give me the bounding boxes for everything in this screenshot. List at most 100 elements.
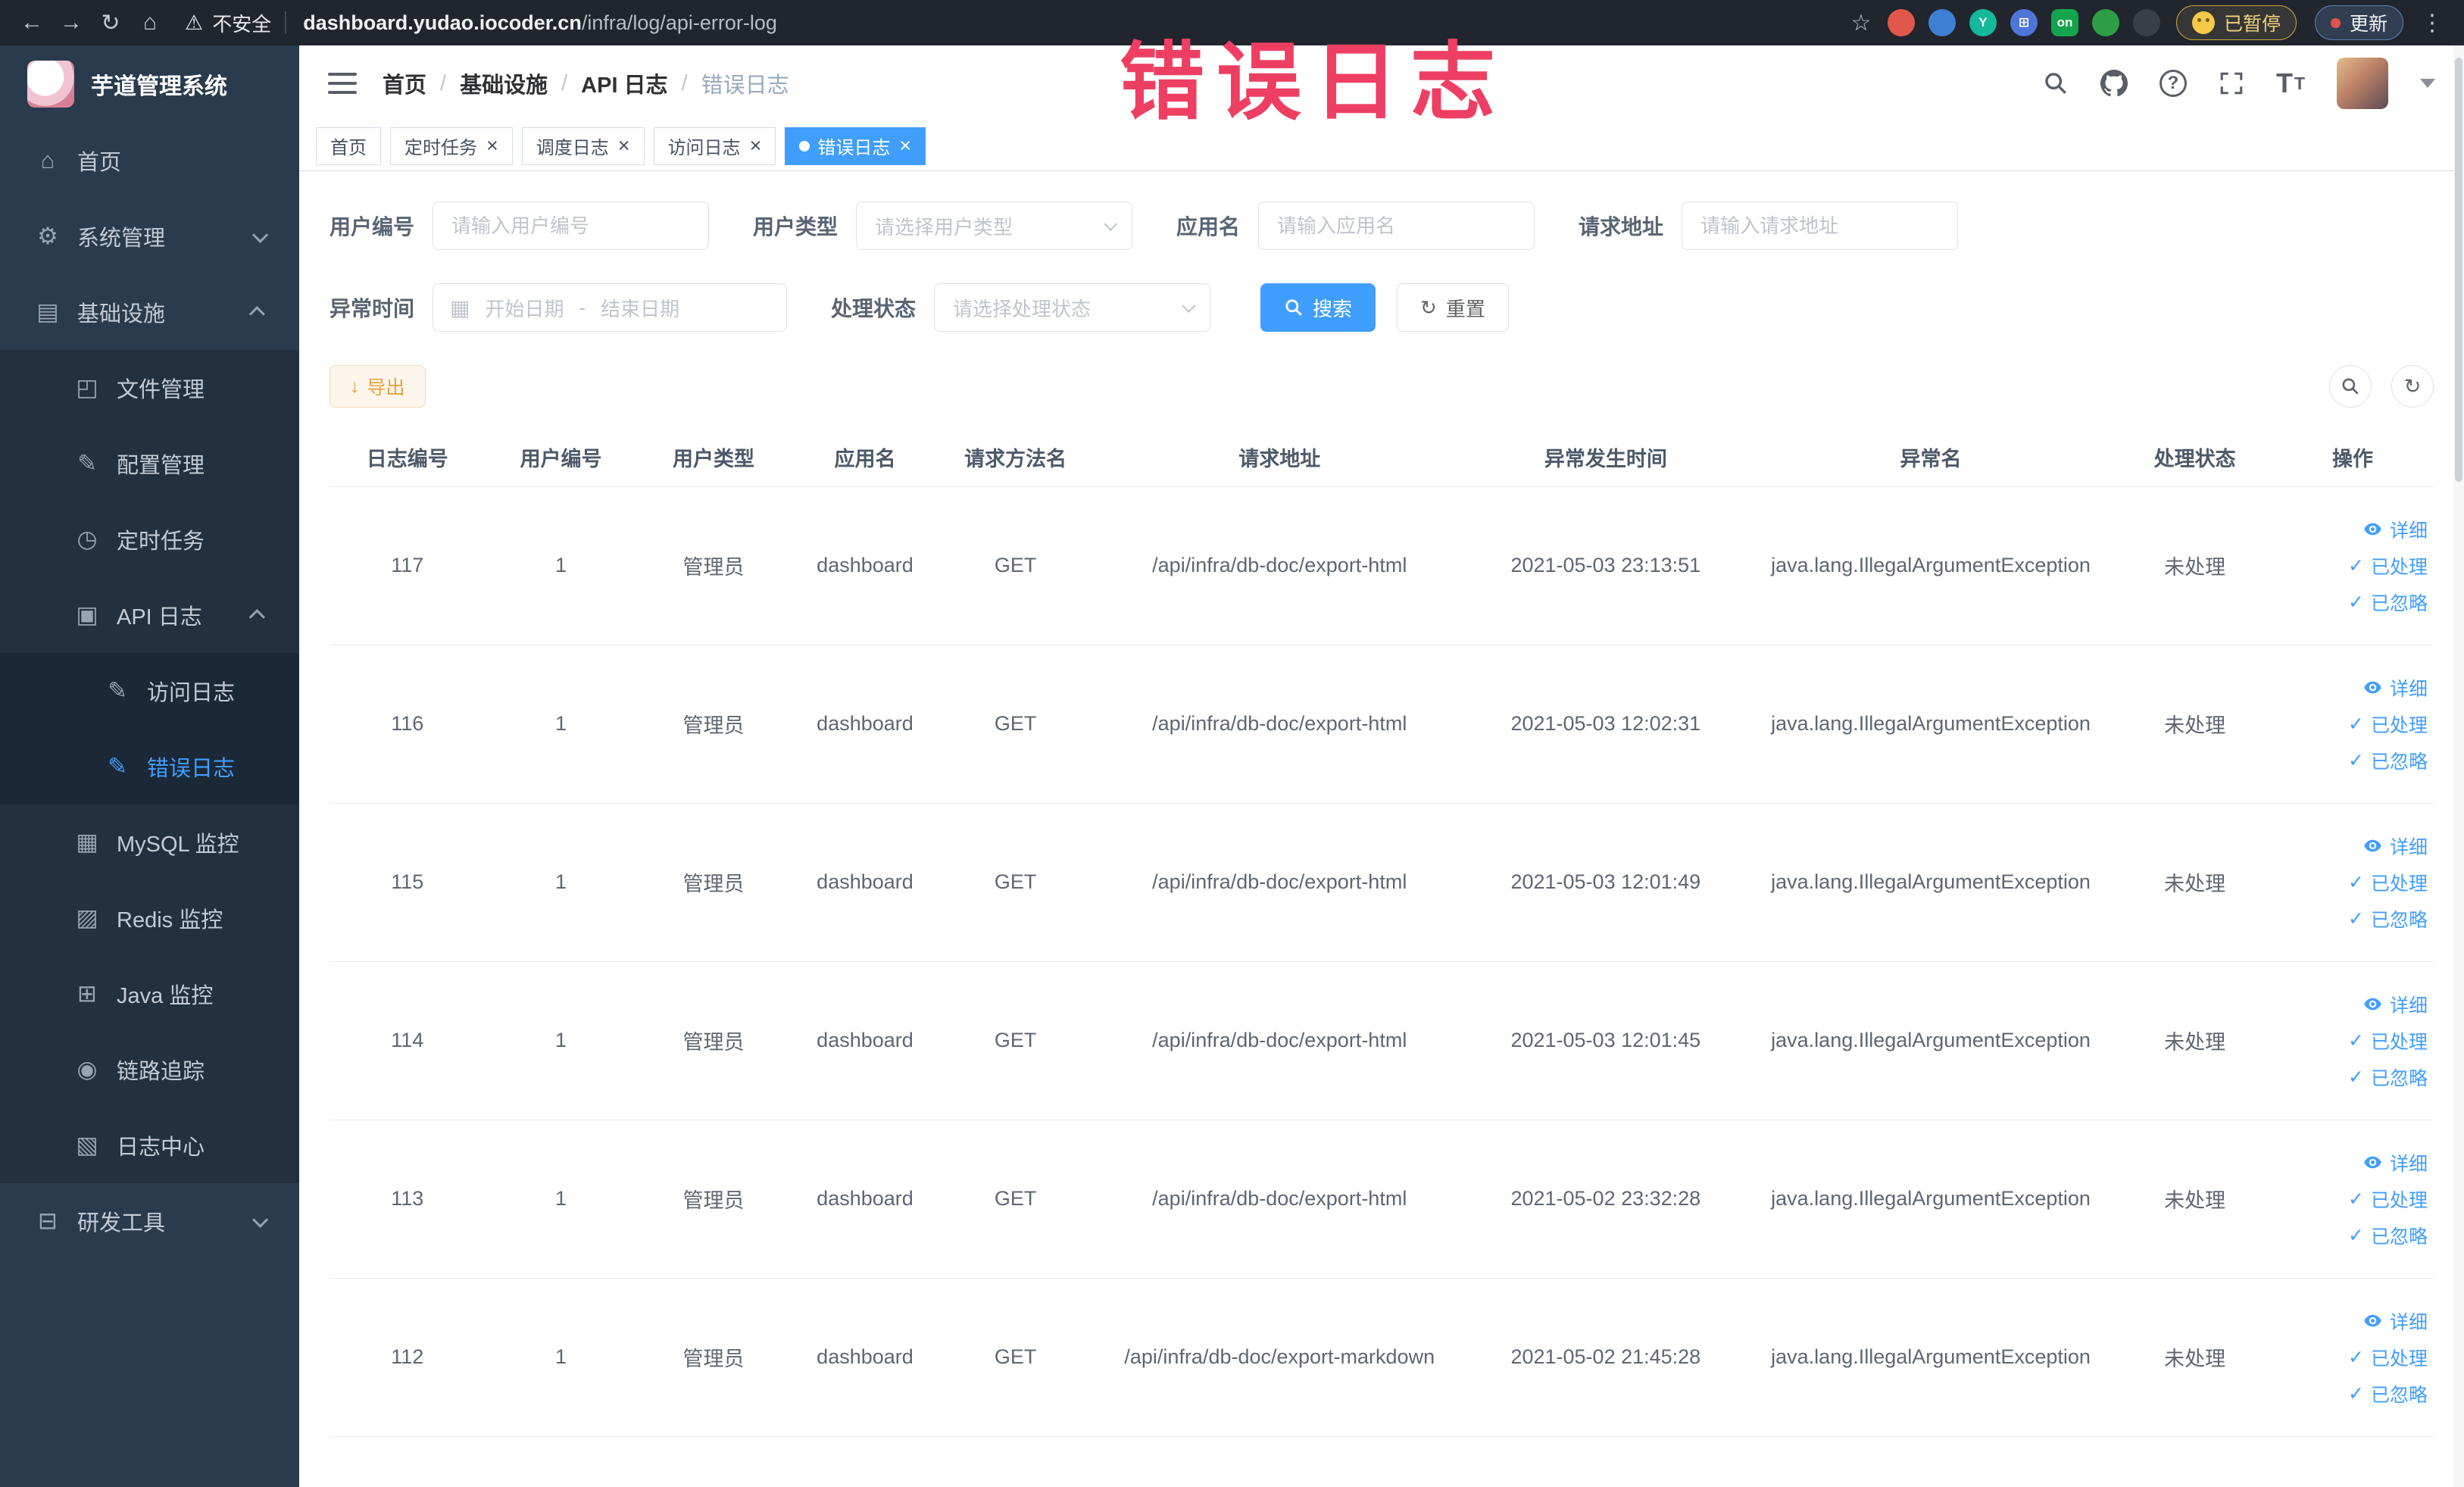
cell-exception-name: java.lang.IllegalArgumentException — [1743, 961, 2119, 1120]
extension-icon-1[interactable] — [1887, 9, 1915, 36]
sidebar-item-log-center-13[interactable]: ▧ 日志中心 — [0, 1107, 299, 1183]
back-icon[interactable]: ← — [14, 5, 50, 41]
sidebar-item-file-3[interactable]: ◰ 文件管理 — [0, 350, 299, 426]
logo-bar[interactable]: 芋道管理系统 — [0, 45, 299, 123]
mark-processed-link[interactable]: ✓ 已处理 — [2272, 552, 2428, 579]
sidebar-item-trace-12[interactable]: ◉ 链路追踪 — [0, 1032, 299, 1107]
hamburger-icon[interactable] — [328, 73, 357, 94]
paused-button[interactable]: 已暂停 — [2175, 5, 2297, 40]
detail-link[interactable]: 详细 — [2272, 1307, 2428, 1335]
extension-icon-2[interactable] — [1928, 9, 1956, 36]
detail-link[interactable]: 详细 — [2272, 991, 2428, 1018]
extension-on-badge[interactable]: on — [2050, 9, 2078, 36]
app-name-input[interactable] — [1258, 201, 1535, 250]
mark-ignored-link[interactable]: ✓ 已忽略 — [2272, 589, 2428, 616]
check-icon: ✓ — [2348, 908, 2364, 929]
detail-link[interactable]: 详细 — [2272, 833, 2428, 860]
mark-ignored-link[interactable]: ✓ 已忽略 — [2272, 1064, 2428, 1091]
exception-time-range[interactable]: ▦ 开始日期 - 结束日期 — [433, 283, 788, 332]
sidebar-item-gear-1[interactable]: ⚙ 系统管理 — [0, 198, 299, 274]
extension-icon-7[interactable] — [2132, 9, 2160, 36]
font-size-icon[interactable]: TT — [2276, 67, 2305, 99]
mark-processed-link[interactable]: ✓ 已处理 — [2272, 1344, 2428, 1371]
sidebar-item-error-log-8[interactable]: ✎ 错误日志 — [0, 729, 299, 804]
cell-log-id: 115 — [329, 803, 486, 962]
browser-home-icon[interactable]: ⌂ — [132, 5, 168, 41]
breadcrumb-item[interactable]: API 日志 — [581, 67, 667, 99]
mark-ignored-link[interactable]: ✓ 已忽略 — [2272, 747, 2428, 774]
sidebar-item-timer-5[interactable]: ◷ 定时任务 — [0, 501, 299, 577]
mark-ignored-link[interactable]: ✓ 已忽略 — [2272, 905, 2428, 932]
mark-processed-link[interactable]: ✓ 已处理 — [2272, 1027, 2428, 1054]
tab-4[interactable]: 错误日志 × — [785, 127, 926, 165]
forward-icon[interactable]: → — [53, 5, 89, 41]
chevron-down-icon — [252, 1211, 269, 1228]
help-icon[interactable]: ? — [2159, 70, 2187, 97]
mark-ignored-link[interactable]: ✓ 已忽略 — [2272, 1222, 2428, 1249]
tab-close-icon[interactable]: × — [750, 136, 762, 156]
sidebar-item-redis-10[interactable]: ▨ Redis 监控 — [0, 880, 299, 956]
check-icon: ✓ — [2348, 713, 2364, 735]
extension-icon-4[interactable]: ⊞ — [2010, 9, 2038, 36]
reload-icon[interactable]: ↻ — [92, 5, 129, 41]
tab-1[interactable]: 定时任务 × — [390, 127, 513, 165]
mark-processed-link[interactable]: ✓ 已处理 — [2272, 1186, 2428, 1213]
update-button[interactable]: 更新 — [2314, 5, 2403, 40]
sidebar-item-mysql-9[interactable]: ▦ MySQL 监控 — [0, 804, 299, 880]
detail-link[interactable]: 详细 — [2272, 1149, 2428, 1176]
cell-request-method: GET — [939, 961, 1091, 1120]
cell-actions: 详细 ✓ 已处理 ✓ 已忽略 — [2272, 486, 2434, 645]
tab-close-icon[interactable]: × — [486, 136, 498, 156]
extension-icon-6[interactable] — [2091, 9, 2119, 36]
tab-close-icon[interactable]: × — [618, 136, 630, 156]
mark-processed-link[interactable]: ✓ 已处理 — [2272, 711, 2428, 738]
user-id-input[interactable] — [433, 201, 710, 250]
user-type-select[interactable]: 请选择用户类型 — [856, 201, 1133, 250]
tab-label: 访问日志 — [667, 138, 741, 158]
sidebar-item-label: 文件管理 — [117, 378, 205, 402]
mark-ignored-link[interactable]: ✓ 已忽略 — [2272, 1380, 2428, 1407]
sidebar-item-home-0[interactable]: ⌂ 首页 — [0, 123, 299, 198]
tab-0[interactable]: 首页 — [316, 127, 381, 165]
gear-icon: ⚙ — [37, 223, 58, 249]
caret-down-icon[interactable] — [2420, 79, 2435, 88]
tab-3[interactable]: 访问日志 × — [653, 127, 776, 165]
search-button[interactable]: 搜索 — [1260, 283, 1376, 332]
tab-close-icon[interactable]: × — [899, 136, 911, 156]
request-url-input[interactable] — [1682, 201, 1959, 250]
sidebar-item-config-4[interactable]: ✎ 配置管理 — [0, 426, 299, 501]
page-content: 用户编号 用户类型 请选择用户类型 应用名 — [299, 171, 2464, 1487]
sidebar-item-label: 基础设施 — [77, 302, 166, 326]
browser-menu-icon[interactable]: ⋮ — [2414, 5, 2450, 41]
fullscreen-icon[interactable] — [2219, 70, 2244, 96]
breadcrumb-item[interactable]: 首页 — [383, 67, 426, 99]
user-id-label: 用户编号 — [329, 215, 415, 239]
detail-link[interactable]: 详细 — [2272, 516, 2428, 543]
refresh-table-button[interactable]: ↻ — [2391, 365, 2434, 408]
user-avatar[interactable] — [2337, 58, 2388, 109]
export-button[interactable]: ↓ 导出 — [329, 365, 426, 408]
sidebar-item-access-log-7[interactable]: ✎ 访问日志 — [0, 653, 299, 729]
breadcrumb-item[interactable]: 基础设施 — [460, 67, 548, 99]
reset-button[interactable]: ↻ 重置 — [1397, 283, 1509, 332]
github-icon[interactable] — [2100, 70, 2128, 97]
sidebar-item-java-11[interactable]: ⊞ Java 监控 — [0, 956, 299, 1032]
sidebar-item-tools-14[interactable]: ⊟ 研发工具 — [0, 1183, 299, 1259]
tab-2[interactable]: 调度日志 × — [521, 127, 645, 165]
sidebar-item-infrastructure-2[interactable]: ▤ 基础设施 — [0, 274, 299, 350]
sidebar-item-api-log-6[interactable]: ▣ API 日志 — [0, 577, 299, 653]
chevron-down-icon — [252, 226, 269, 243]
extension-icon-3[interactable]: Y — [1969, 9, 1997, 36]
log-center-icon: ▧ — [76, 1132, 98, 1158]
address-bar[interactable]: dashboard.yudao.iocoder.cn/infra/log/api… — [303, 11, 777, 35]
search-icon[interactable] — [2043, 70, 2069, 96]
process-status-select[interactable]: 请选择处理状态 — [934, 283, 1211, 332]
bookmark-star-icon[interactable]: ☆ — [1843, 5, 1879, 41]
toggle-search-button[interactable] — [2329, 365, 2372, 408]
site-security-indicator[interactable]: ⚠ 不安全 — [185, 9, 271, 37]
page-scrollbar[interactable] — [2453, 45, 2464, 1487]
column-header: 日志编号 — [329, 429, 486, 487]
detail-link[interactable]: 详细 — [2272, 674, 2428, 701]
mark-processed-link[interactable]: ✓ 已处理 — [2272, 869, 2428, 896]
scrollbar-thumb[interactable] — [2455, 58, 2462, 482]
